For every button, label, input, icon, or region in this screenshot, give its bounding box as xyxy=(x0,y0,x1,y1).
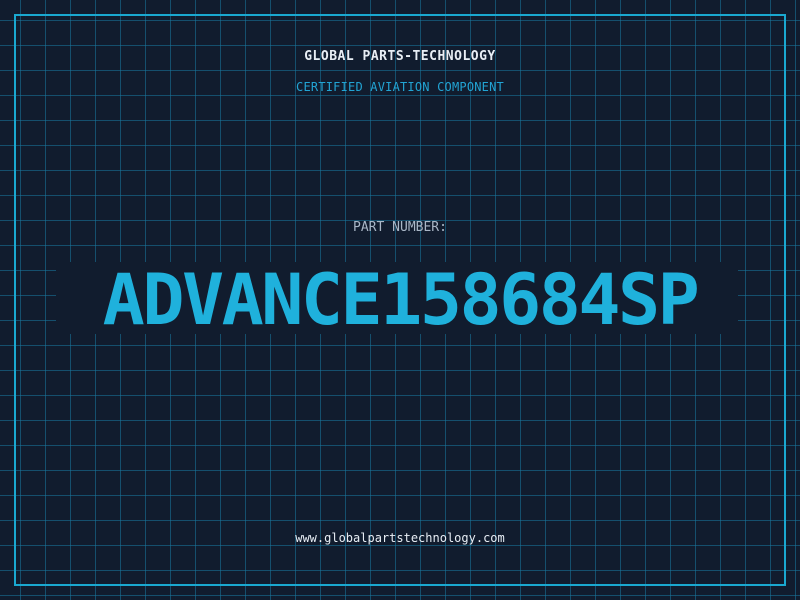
website-link[interactable]: www.globalpartstechnology.com xyxy=(0,531,800,545)
part-number-label: PART NUMBER: xyxy=(353,220,447,235)
certification-subtitle: CERTIFIED AVIATION COMPONENT xyxy=(296,80,504,94)
part-number-value: ADVANCE158684SP xyxy=(102,259,700,341)
company-name: GLOBAL PARTS-TECHNOLOGY xyxy=(304,49,496,64)
